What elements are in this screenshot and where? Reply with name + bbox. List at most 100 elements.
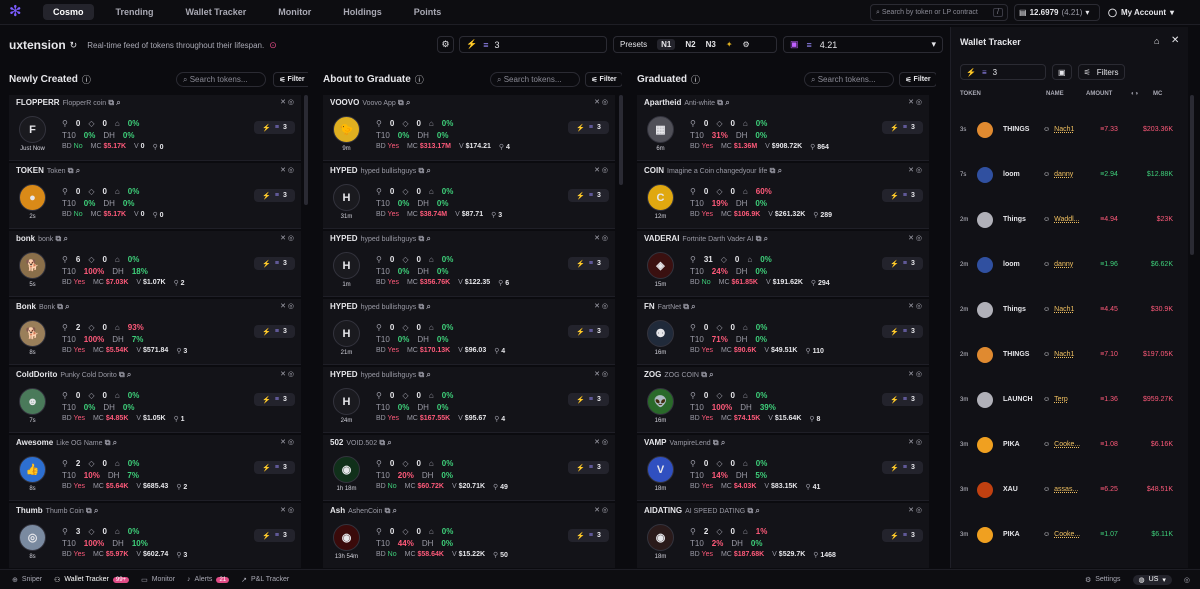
quick-buy-amount-input[interactable]: ⚡ ≡ 3 — [459, 36, 607, 53]
token-name[interactable]: HYPED hyped bullishguys ⧉ ⌕ — [330, 370, 431, 380]
copy-icon[interactable]: ⧉ ⌕ — [106, 98, 120, 107]
token-avatar[interactable]: 👽 — [647, 388, 674, 415]
nav-tab-points[interactable]: Points — [404, 4, 452, 20]
token-card[interactable]: Ash AshenCoin ⧉ ⌕ ✕ ◎ ◉ 13h 54m ⚲ 0 ◇ 0 ⌂ 0% T10 44%… — [323, 503, 615, 568]
social-links[interactable]: ✕ ◎ — [908, 166, 922, 174]
token-card[interactable]: VAMP VampireLend ⧉ ⌕ ✕ ◎ V 18m ⚲ 0 ◇ 0 ⌂ 0% T10 14% D… — [637, 435, 929, 501]
quick-buy-button[interactable]: ⚡ ≡ 3 — [882, 529, 923, 542]
tracker-row[interactable]: 3m PIKA ☺ Cooke... ≡1.07 $6.11K — [951, 512, 1183, 557]
copy-icon[interactable]: ⧉ ⌕ — [55, 302, 69, 311]
tracker-buy-amount-input[interactable]: ⚡ ≡ 3 — [960, 64, 1046, 80]
scrollbar[interactable] — [619, 95, 623, 185]
quick-buy-button[interactable]: ⚡ ≡ 3 — [568, 393, 609, 406]
bottom-sniper[interactable]: ⊕ Sniper — [12, 576, 42, 584]
close-icon[interactable]: ✕ — [1171, 35, 1179, 46]
copy-icon[interactable]: ⧉ ⌕ — [681, 302, 695, 311]
token-avatar[interactable]: H — [333, 184, 360, 211]
social-links[interactable]: ✕ ◎ — [594, 166, 608, 174]
scrollbar[interactable] — [1190, 95, 1194, 255]
token-avatar[interactable]: 🐤 — [333, 116, 360, 143]
copy-icon[interactable]: ⧉ ⌕ — [416, 234, 430, 243]
quick-buy-button[interactable]: ⚡ ≡ 3 — [568, 461, 609, 474]
tracker-row[interactable]: 2m THINGS ☺ Nach1 ≡7.10 $197.05K — [951, 332, 1183, 377]
copy-icon[interactable]: ⧉ ⌕ — [416, 166, 430, 175]
bottom-wallet-tracker[interactable]: ⚇ Wallet Tracker 99+ — [54, 576, 130, 584]
column-filter-button[interactable]: ⚟ Filter — [273, 72, 308, 87]
social-links[interactable]: ✕ ◎ — [908, 438, 922, 446]
token-card[interactable]: Bonk Bonk ⧉ ⌕ ✕ ◎ 🐕 8s ⚲ 2 ◇ 0 ⌂ 93% T10 100% DH 7% BD … — [9, 299, 301, 365]
token-name[interactable]: VAMP VampireLend ⧉ ⌕ — [644, 438, 725, 448]
token-symbol[interactable]: loom — [1003, 261, 1043, 268]
quick-buy-button[interactable]: ⚡ ≡ 3 — [882, 325, 923, 338]
token-card[interactable]: Apartheid Anti-white ⧉ ⌕ ✕ ◎ ▦ 6m ⚲ 0 ◇ 0 ⌂ 0% T10 3… — [637, 95, 929, 161]
bottom-pnl-tracker[interactable]: ↗ P&L Tracker — [241, 576, 289, 584]
social-links[interactable]: ✕ ◎ — [594, 98, 608, 106]
token-avatar[interactable]: H — [333, 388, 360, 415]
tracker-row[interactable]: 2m Things ☺ Nach1 ≡4.45 $30.9K — [951, 287, 1183, 332]
copy-icon[interactable]: ⧉ ⌕ — [699, 370, 713, 379]
token-avatar[interactable]: F — [19, 116, 46, 143]
quick-buy-button[interactable]: ⚡ ≡ 3 — [882, 189, 923, 202]
token-card[interactable]: TOKEN Token ⧉ ⌕ ✕ ◎ ● 2s ⚲ 0 ◇ 0 ⌂ 0% T10 0% DH 0% BD N… — [9, 163, 301, 229]
quick-buy-button[interactable]: ⚡ ≡ 3 — [254, 393, 295, 406]
token-avatar[interactable]: 🐕 — [19, 252, 46, 279]
nav-tab-trending[interactable]: Trending — [106, 4, 164, 20]
token-name[interactable]: HYPED hyped bullishguys ⧉ ⌕ — [330, 234, 431, 244]
token-name[interactable]: HYPED hyped bullishguys ⧉ ⌕ — [330, 166, 431, 176]
social-links[interactable]: ✕ ◎ — [280, 370, 294, 378]
social-links[interactable]: ✕ ◎ — [908, 234, 922, 242]
token-card[interactable]: HYPED hyped bullishguys ⧉ ⌕ ✕ ◎ H 31m ⚲ 0 ◇ 0 ⌂ 0%… — [323, 163, 615, 229]
social-links[interactable]: ✕ ◎ — [908, 370, 922, 378]
token-name[interactable]: TOKEN Token ⧉ ⌕ — [16, 166, 80, 176]
copy-icon[interactable]: ⧉ ⌕ — [416, 302, 430, 311]
token-name[interactable]: FN FartNet ⧉ ⌕ — [644, 302, 696, 312]
copy-icon[interactable]: ⧉ ⌕ — [396, 98, 410, 107]
token-card[interactable]: HYPED hyped bullishguys ⧉ ⌕ ✕ ◎ H 1m ⚲ 0 ◇ 0 ⌂ 0% T… — [323, 231, 615, 297]
quick-buy-button[interactable]: ⚡ ≡ 3 — [568, 189, 609, 202]
preset-n2[interactable]: N2 — [685, 40, 695, 49]
token-symbol[interactable]: Things — [1003, 306, 1043, 313]
token-card[interactable]: AIDATING AI SPEED DATING ⧉ ⌕ ✕ ◎ ◉ 18m ⚲ 2 ◇ 0 ⌂ 1… — [637, 503, 929, 568]
tracker-row[interactable]: 2m loom ☺ danny ≡1.96 $6.62K — [951, 242, 1183, 287]
token-name[interactable]: ZOG ZOG COIN ⧉ ⌕ — [644, 370, 714, 380]
wallet-name[interactable]: Cooke... — [1054, 441, 1100, 448]
token-avatar[interactable]: ☻ — [19, 388, 46, 415]
display-settings-button[interactable]: ⚙ — [437, 36, 454, 53]
global-search-input[interactable]: ⌕ Search by token or LP contract / — [870, 4, 1008, 21]
token-card[interactable]: HYPED hyped bullishguys ⧉ ⌕ ✕ ◎ H 21m ⚲ 0 ◇ 0 ⌂ 0%… — [323, 299, 615, 365]
token-name[interactable]: Apartheid Anti-white ⧉ ⌕ — [644, 98, 730, 108]
wallet-name[interactable]: Nach1 — [1054, 126, 1100, 133]
tracker-row[interactable]: 3m PIKA ☺ Cooke... ≡1.08 $6.16K — [951, 422, 1183, 467]
settings-icon[interactable]: ⚙ — [743, 40, 750, 49]
token-symbol[interactable]: Things — [1003, 216, 1043, 223]
token-name[interactable]: VADERAI Fortnite Darth Vader AI ⧉ ⌕ — [644, 234, 768, 244]
quick-buy-button[interactable]: ⚡ ≡ 3 — [882, 257, 923, 270]
nav-tab-cosmo[interactable]: Cosmo — [43, 4, 94, 20]
pin-icon[interactable]: ⌂ — [1154, 36, 1159, 46]
wallet-name[interactable]: assas... — [1054, 486, 1100, 493]
amount-toggle-icon[interactable]: ◐◑ — [1131, 91, 1153, 97]
copy-icon[interactable]: ⧉ ⌕ — [66, 166, 80, 175]
token-avatar[interactable]: 👍 — [19, 456, 46, 483]
social-links[interactable]: ✕ ◎ — [594, 302, 608, 310]
copy-icon[interactable]: ⧉ ⌕ — [745, 506, 759, 515]
copy-icon[interactable]: ⧉ ⌕ — [382, 506, 397, 515]
quick-buy-button[interactable]: ⚡ ≡ 3 — [254, 257, 295, 270]
social-links[interactable]: ✕ ◎ — [280, 438, 294, 446]
info-icon[interactable]: ⓘ — [691, 73, 700, 86]
column-search-input[interactable]: ⌕ Search tokens... — [176, 72, 266, 87]
token-card[interactable]: 502 VOID.502 ⧉ ⌕ ✕ ◎ ◉ 1h 18m ⚲ 0 ◇ 0 ⌂ 0% T10 20% DH… — [323, 435, 615, 501]
quick-buy-button[interactable]: ⚡ ≡ 3 — [254, 325, 295, 338]
copy-icon[interactable]: ⧉ ⌕ — [84, 506, 98, 515]
token-name[interactable]: COIN Imagine a Coin changedyour life ⧉ ⌕ — [644, 166, 782, 176]
account-button[interactable]: ◯ My Account ▾ — [1108, 4, 1190, 21]
token-name[interactable]: ColdDorito Punky Cold Dorito ⧉ ⌕ — [16, 370, 131, 380]
social-links[interactable]: ✕ ◎ — [280, 506, 294, 514]
token-card[interactable]: ZOG ZOG COIN ⧉ ⌕ ✕ ◎ 👽 16m ⚲ 0 ◇ 0 ⌂ 0% T10 100% DH 39… — [637, 367, 929, 433]
tracker-row[interactable]: 3s THINGS ☺ Nach1 ≡7.33 $203.36K — [951, 107, 1183, 152]
wallet-name[interactable]: danny — [1054, 171, 1100, 178]
tracker-filters-button[interactable]: ⚟ Filters — [1077, 64, 1125, 80]
scrollbar[interactable] — [304, 95, 308, 205]
wallet-balance-button[interactable]: ▤ 12.6979 (4.21) ▾ — [1014, 4, 1100, 21]
token-avatar[interactable]: V — [647, 456, 674, 483]
